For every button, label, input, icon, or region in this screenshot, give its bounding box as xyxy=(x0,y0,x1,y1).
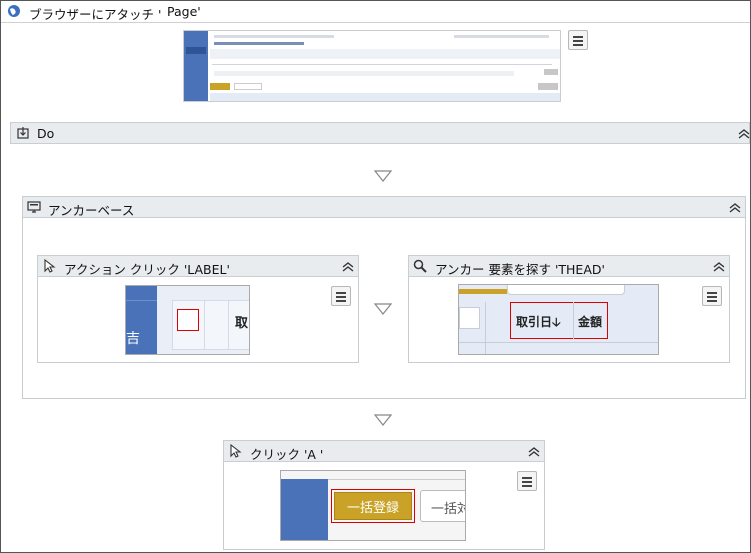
thumb-text-left: 吉 xyxy=(126,331,140,347)
page-screenshot-thumbnail xyxy=(183,30,561,102)
do-block-header[interactable]: Do xyxy=(10,122,750,144)
collapse-icon[interactable] xyxy=(728,201,742,215)
attach-menu-button[interactable] xyxy=(568,30,588,50)
flow-arrow-icon xyxy=(374,303,392,315)
thead-col-date: 取引日🡣 xyxy=(516,315,561,329)
click-a-header[interactable]: クリック 'A ' xyxy=(223,440,545,462)
bulk-register-label: 一括登録 xyxy=(346,500,399,516)
anchor-find-thumbnail: 取引日🡣 金額 xyxy=(458,284,659,355)
click-a-menu-button[interactable] xyxy=(517,471,537,491)
action-click-header[interactable]: アクション クリック 'LABEL' xyxy=(37,255,359,277)
click-a-thumbnail: 一括登録 一括対 xyxy=(280,470,466,541)
action-click-thumbnail: 吉 取 xyxy=(125,285,250,355)
anchor-base-title: アンカーベース xyxy=(48,203,135,218)
thead-col-amount: 金額 xyxy=(578,315,603,329)
collapse-icon[interactable] xyxy=(341,260,355,274)
flow-arrow-icon xyxy=(374,170,392,182)
bulk-secondary-button: 一括対 xyxy=(420,490,465,522)
anchor-find-header[interactable]: アンカー 要素を探す 'THEAD' xyxy=(408,255,730,277)
bulk-register-button: 一括登録 xyxy=(334,492,412,520)
monitor-icon xyxy=(27,200,41,214)
attach-browser-header[interactable]: ブラウザーにアタッチ ' Page' xyxy=(1,1,750,23)
action-click-menu-button[interactable] xyxy=(331,286,351,306)
flow-arrow-icon xyxy=(374,414,392,426)
anchor-find-menu-button[interactable] xyxy=(702,286,722,306)
thumb-nav-sidebar xyxy=(184,31,208,101)
selected-checkbox-highlight xyxy=(177,309,199,331)
cursor-icon xyxy=(229,443,243,458)
collapse-icon[interactable] xyxy=(712,260,726,274)
anchor-find-title: アンカー 要素を探す 'THEAD' xyxy=(435,262,605,277)
cursor-icon xyxy=(43,258,57,273)
anchor-base-header[interactable]: アンカーベース xyxy=(22,196,746,218)
collapse-icon[interactable] xyxy=(527,445,541,459)
do-title: Do xyxy=(37,126,55,141)
thumb-text-right: 取 xyxy=(235,316,249,331)
magnifier-icon xyxy=(413,259,427,273)
attach-page-label: Page' xyxy=(167,4,201,19)
collapse-icon[interactable] xyxy=(737,127,750,141)
bulk-secondary-label: 一括対 xyxy=(431,502,465,517)
globe-icon xyxy=(7,4,21,18)
workflow-canvas: ブラウザーにアタッチ ' Page' Do アンカーベース アクション クリック… xyxy=(0,0,751,553)
do-icon xyxy=(16,126,30,140)
attach-title: ブラウザーにアタッチ ' xyxy=(29,7,162,22)
click-a-title: クリック 'A ' xyxy=(250,447,324,462)
action-click-title: アクション クリック 'LABEL' xyxy=(64,262,230,277)
